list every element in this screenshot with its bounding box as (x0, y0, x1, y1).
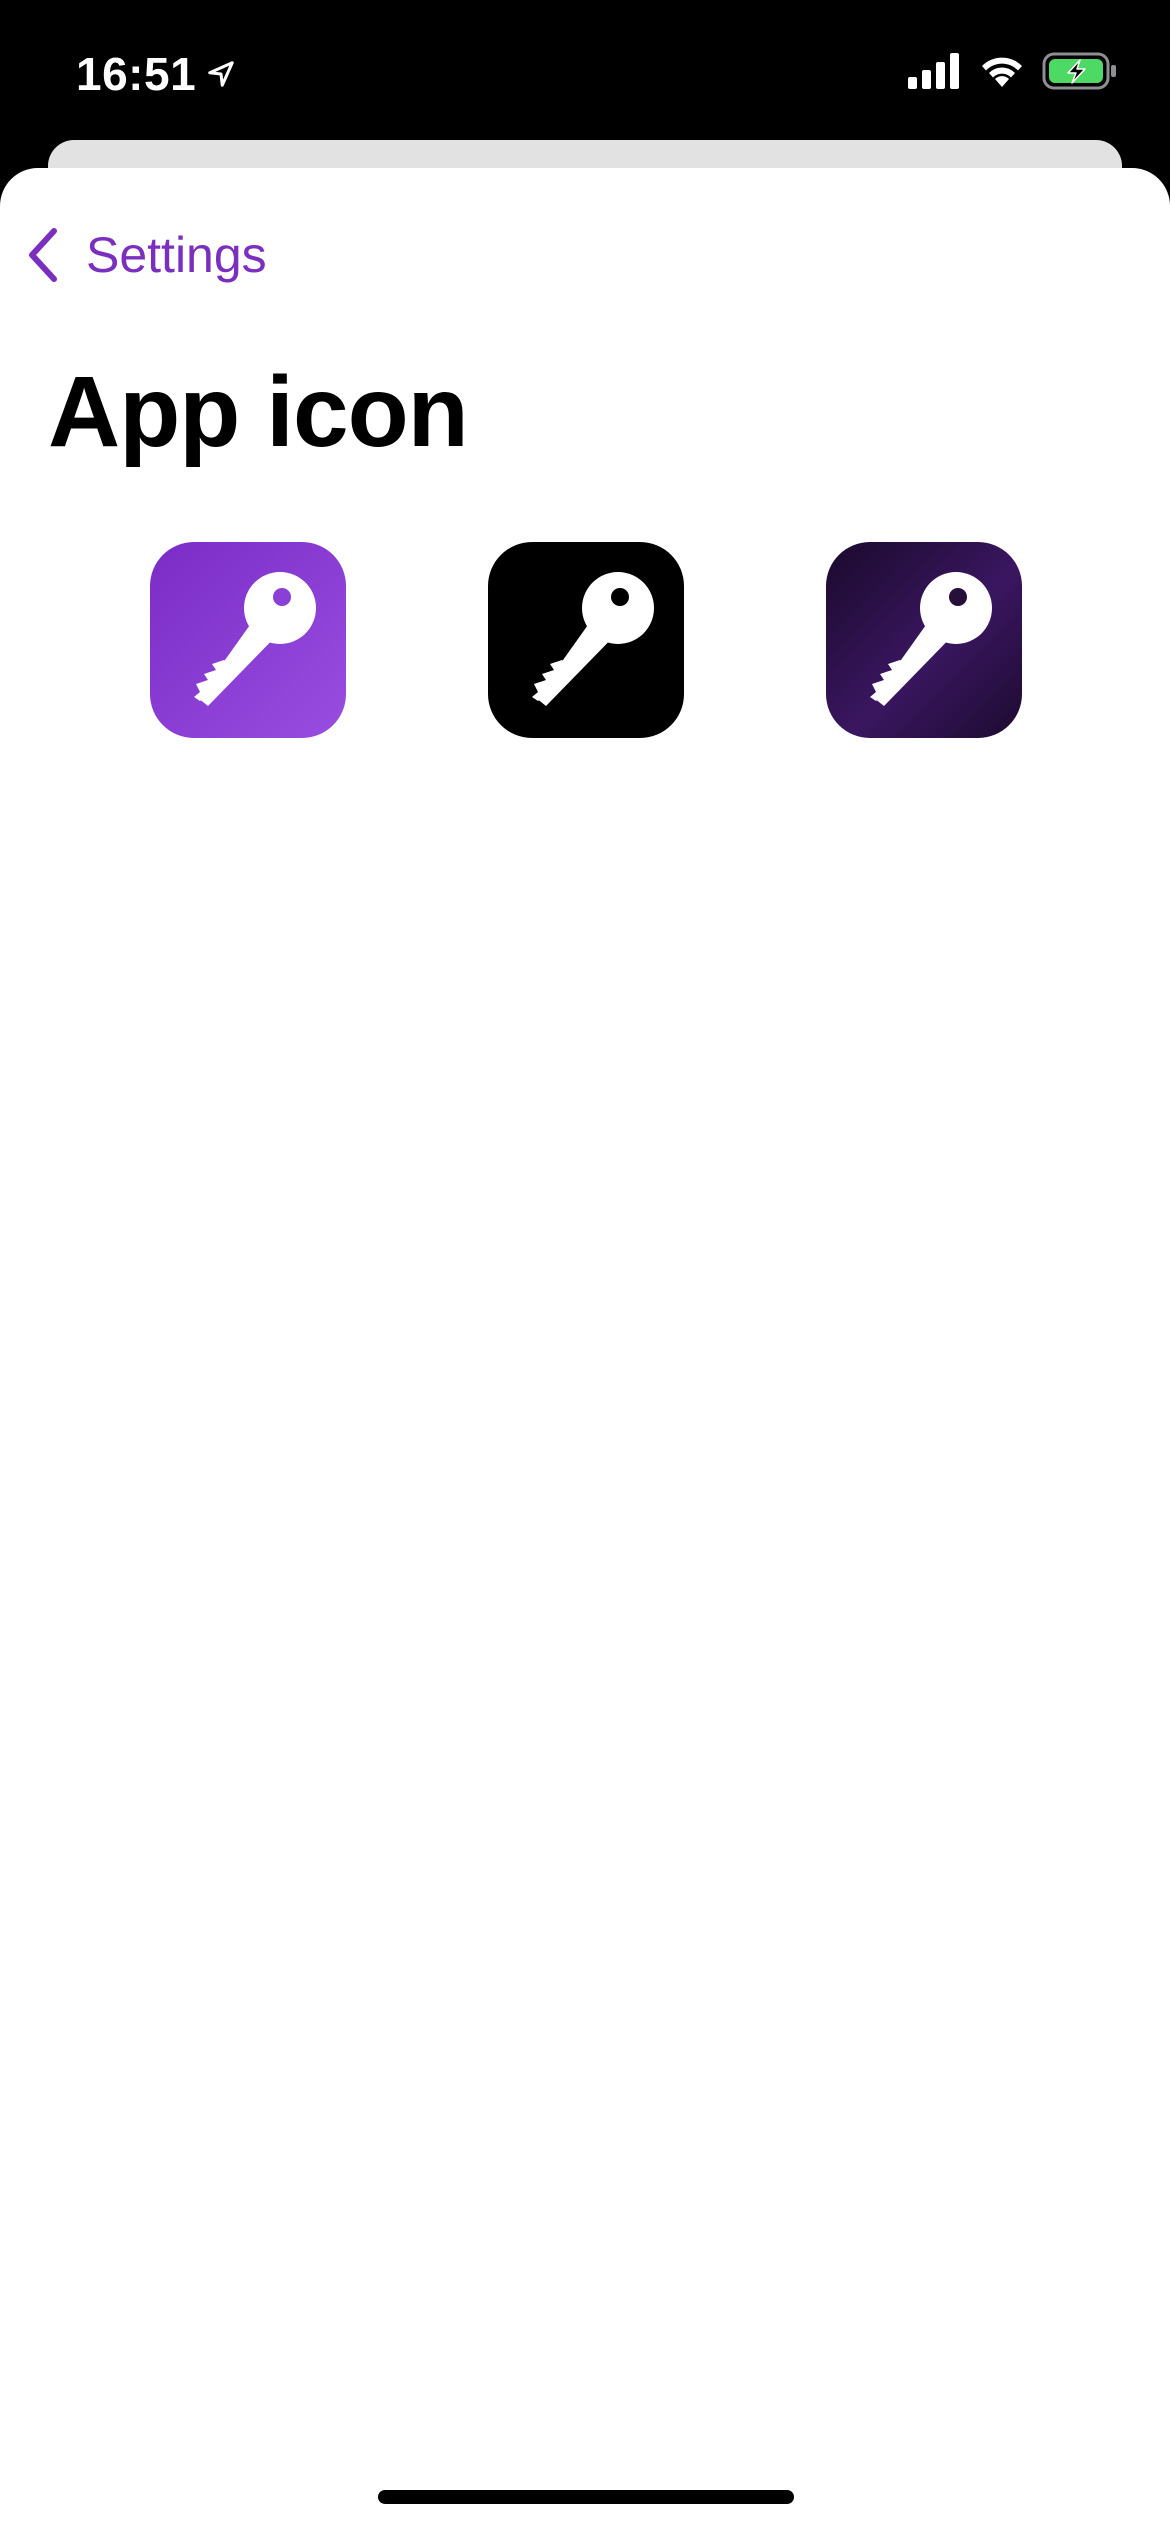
app-icon-option-dark-purple[interactable] (826, 542, 1022, 738)
key-icon (150, 542, 346, 738)
home-indicator[interactable] (378, 2490, 794, 2504)
page-title: App icon (48, 356, 469, 468)
status-bar: 16:51 (0, 0, 1170, 140)
back-button[interactable]: Settings (24, 220, 267, 290)
status-time-text: 16:51 (76, 48, 197, 100)
key-icon (488, 542, 684, 738)
wifi-icon (982, 57, 1022, 87)
modal-sheet (0, 168, 1170, 2532)
app-icon-option-black[interactable] (488, 542, 684, 738)
key-icon (826, 542, 1022, 738)
chevron-left-icon (29, 228, 57, 282)
app-icon-option-purple[interactable] (150, 542, 346, 738)
battery-charging-icon (1042, 52, 1116, 90)
status-time: 16:51 (76, 44, 236, 104)
status-icons (908, 52, 1118, 90)
back-button-label: Settings (86, 227, 267, 283)
location-arrow-icon (208, 61, 234, 87)
cellular-signal-icon (908, 53, 959, 89)
